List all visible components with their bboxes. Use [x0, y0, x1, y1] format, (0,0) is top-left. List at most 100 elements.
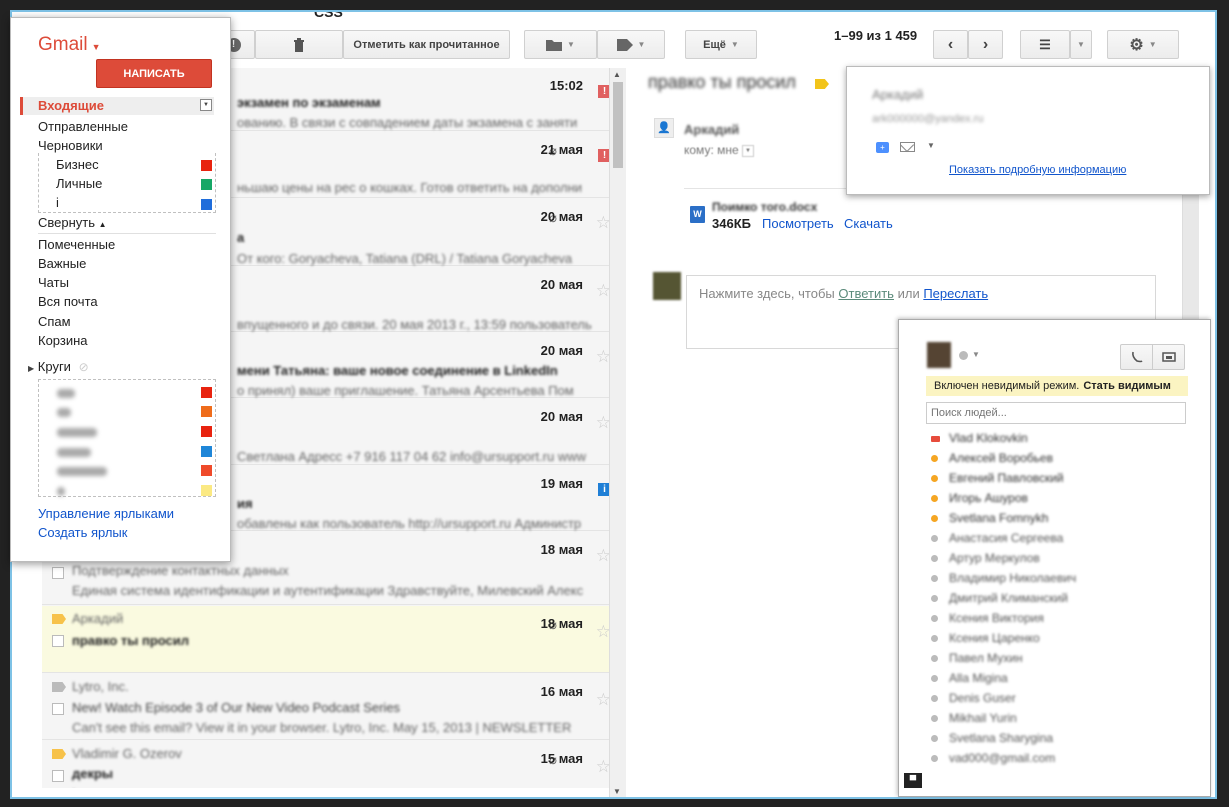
contact-item[interactable]: Алексей Воробьев: [929, 450, 1169, 468]
contact-item[interactable]: Артур Меркулов: [929, 550, 1169, 568]
status-dot-icon: [931, 615, 938, 622]
sidebar-item-chats[interactable]: Чаты: [38, 275, 69, 290]
compose-button[interactable]: НАПИСАТЬ: [96, 59, 212, 88]
sidebar-label-i[interactable]: i: [56, 195, 59, 210]
label-color-swatch[interactable]: [201, 160, 212, 171]
list-scroll-thumb[interactable]: [613, 82, 623, 168]
contact-item[interactable]: Alla Migina: [929, 670, 1169, 688]
table-row[interactable]: Vladimir G. Ozerov ⌀ 15 мая ☆ декры !: [42, 741, 619, 788]
circle-item[interactable]: [57, 389, 75, 398]
reply-link[interactable]: Ответить: [838, 286, 894, 301]
chevron-down-icon[interactable]: ▼: [927, 141, 935, 150]
contact-item[interactable]: Vlad Klokovkin: [929, 430, 1169, 448]
contact-item[interactable]: Павел Мухин: [929, 650, 1169, 668]
split-pane-dropdown[interactable]: ▼: [1070, 30, 1092, 59]
row-checkbox[interactable]: [52, 770, 64, 782]
recipient-text: кому: мне: [684, 143, 739, 157]
delete-button[interactable]: [255, 30, 343, 59]
table-row[interactable]: Аркадий ⌀ 18 мая ☆ правко ты просил: [42, 606, 619, 673]
pager-text: 1–99 из 1 459: [834, 28, 918, 43]
contact-item[interactable]: Ксения Виктория: [929, 610, 1169, 628]
status-dot-icon[interactable]: [959, 351, 968, 360]
more-button[interactable]: Ещё ▼: [685, 30, 757, 59]
attachment-download-link[interactable]: Скачать: [844, 216, 893, 231]
sidebar-label-business[interactable]: Бизнес: [56, 157, 99, 172]
my-avatar[interactable]: [927, 342, 951, 368]
inbox-dropdown-icon[interactable]: ▼: [200, 99, 212, 111]
contact-item[interactable]: Игорь Ашуров: [929, 490, 1169, 508]
split-pane-button[interactable]: ☰: [1020, 30, 1070, 59]
contact-item[interactable]: Svetlana Sharygina: [929, 730, 1169, 748]
sidebar-item-sent[interactable]: Отправленные: [38, 119, 128, 134]
circle-item[interactable]: [57, 448, 91, 457]
row-checkbox[interactable]: [52, 703, 64, 715]
chat-icon[interactable]: +: [876, 142, 889, 153]
circle-color-swatch[interactable]: [201, 485, 212, 496]
video-call-icon[interactable]: [1152, 345, 1184, 369]
important-marker-icon[interactable]: [52, 682, 66, 692]
sidebar-item-inbox[interactable]: Входящие ▼: [20, 97, 214, 115]
phone-icon[interactable]: [1121, 345, 1152, 369]
label-color-swatch[interactable]: [201, 199, 212, 210]
circle-item[interactable]: [57, 428, 97, 437]
row-checkbox[interactable]: [52, 567, 64, 579]
gmail-menu[interactable]: Gmail ▼: [38, 34, 101, 56]
sidebar-item-starred[interactable]: Помеченные: [38, 237, 115, 252]
label-color-swatch[interactable]: [201, 179, 212, 190]
chevron-down-icon[interactable]: ▼: [972, 350, 980, 359]
circle-item[interactable]: [57, 467, 107, 476]
contact-item[interactable]: Ксения Царенко: [929, 630, 1169, 648]
forward-link[interactable]: Переслать: [923, 286, 988, 301]
contact-item[interactable]: Дмитрий Климанский: [929, 590, 1169, 608]
circle-item[interactable]: [57, 487, 65, 496]
people-search-input[interactable]: [926, 402, 1186, 424]
contact-item[interactable]: Denis Guser: [929, 690, 1169, 708]
circle-item[interactable]: [57, 408, 71, 417]
sidebar-item-all-mail[interactable]: Вся почта: [38, 294, 98, 309]
go-visible-link[interactable]: Стать видимым: [1083, 380, 1171, 392]
sidebar-label-personal[interactable]: Личные: [56, 176, 102, 191]
scroll-down-icon[interactable]: ▼: [613, 787, 621, 796]
circle-color-swatch[interactable]: [201, 426, 212, 437]
sidebar-item-circles[interactable]: ▶ Круги ⊘: [28, 359, 89, 374]
recipient-line[interactable]: кому: мне ▼: [684, 143, 755, 157]
manage-labels-link[interactable]: Управление ярлыками: [38, 506, 174, 521]
newer-button[interactable]: ‹: [933, 30, 968, 59]
table-row[interactable]: Lytro, Inc. 16 мая ☆ New! Watch Episode …: [42, 674, 619, 740]
message-date: 20 мая: [540, 409, 583, 424]
show-details-link[interactable]: Показать подробную информацию: [949, 164, 1126, 176]
scroll-up-icon[interactable]: ▲: [613, 70, 621, 79]
contact-item[interactable]: vad000@gmail.com: [929, 750, 1169, 768]
older-button[interactable]: ›: [968, 30, 1003, 59]
mail-icon[interactable]: [900, 142, 915, 152]
mark-read-button[interactable]: Отметить как прочитанное: [343, 30, 510, 59]
contact-item[interactable]: Анастасия Сергеева: [929, 530, 1169, 548]
settings-button[interactable]: ⚙ ▼: [1107, 30, 1179, 59]
contact-item[interactable]: Владимир Николаевич: [929, 570, 1169, 588]
chevron-down-icon[interactable]: ▼: [742, 144, 755, 157]
important-marker-icon[interactable]: [52, 614, 66, 624]
sidebar-item-drafts[interactable]: Черновики: [38, 138, 103, 153]
circle-color-swatch[interactable]: [201, 387, 212, 398]
sidebar-item-important[interactable]: Важные: [38, 256, 86, 271]
create-label-link[interactable]: Создать ярлык: [38, 525, 127, 540]
contact-item[interactable]: Mikhail Yurin: [929, 710, 1169, 728]
list-scrollbar[interactable]: ▲ ▼: [609, 68, 626, 797]
row-checkbox[interactable]: [52, 635, 64, 647]
important-marker-icon[interactable]: [52, 749, 66, 759]
circle-color-swatch[interactable]: [201, 406, 212, 417]
sidebar-item-spam[interactable]: Спам: [38, 314, 71, 329]
sidebar-item-trash[interactable]: Корзина: [38, 333, 88, 348]
reply-prefix-text: Нажмите здесь, чтобы: [699, 286, 835, 301]
chat-bubble-icon[interactable]: ▀: [904, 773, 922, 788]
collapse-toggle[interactable]: Свернуть ▲: [38, 215, 107, 230]
labels-button[interactable]: ▼: [597, 30, 665, 59]
circle-color-swatch[interactable]: [201, 465, 212, 476]
contact-item[interactable]: Евгений Павловский: [929, 470, 1169, 488]
attachment-view-link[interactable]: Посмотреть: [762, 216, 834, 231]
move-to-button[interactable]: ▼: [524, 30, 597, 59]
circle-color-swatch[interactable]: [201, 446, 212, 457]
chat-panel: ▼ Включен невидимый режим. Стать видимым …: [898, 319, 1211, 797]
message-snippet: ньшаю цены на рес о кошках. Готов ответи…: [237, 180, 583, 195]
contact-item[interactable]: Svetlana Fomnykh: [929, 510, 1169, 528]
